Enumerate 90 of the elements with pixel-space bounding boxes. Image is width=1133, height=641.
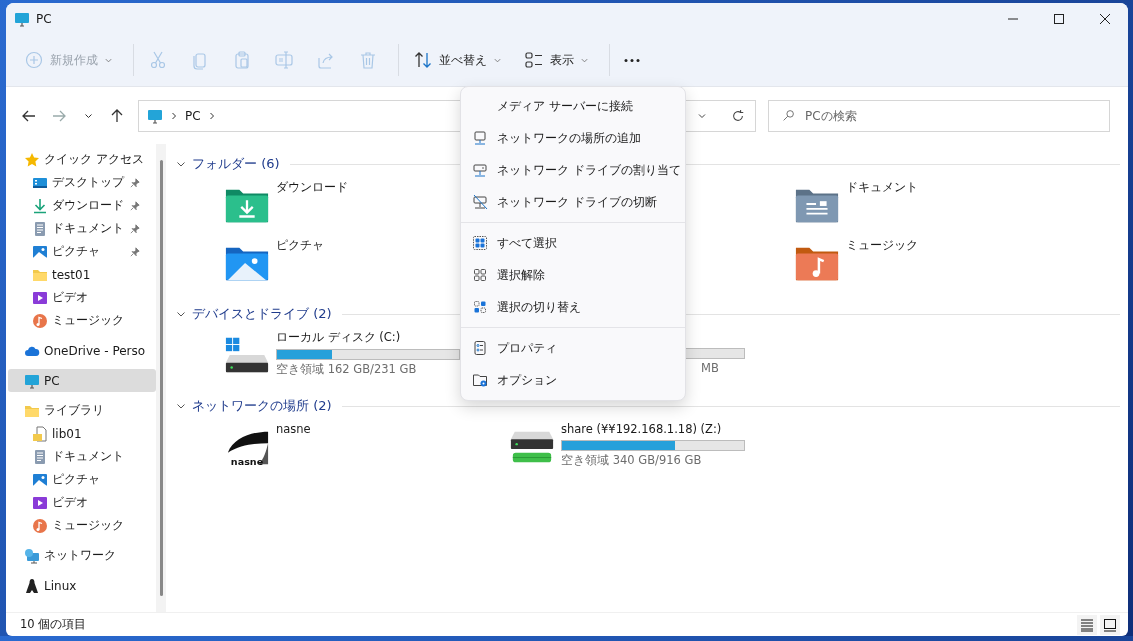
more-icon [624,58,640,62]
chevron-down-icon[interactable] [176,309,186,319]
sidebar-item[interactable]: ライブラリ [8,399,156,422]
sidebar-item[interactable]: ミュージック [8,309,156,332]
disconnected-drive-icon [472,194,488,210]
chevron-down-icon[interactable] [176,401,186,411]
monitor-icon [14,10,30,27]
sidebar-item[interactable]: lib01 [8,422,156,445]
sidebar-item[interactable]: ビデオ [8,286,156,309]
system-drive-icon [224,335,270,375]
search-field[interactable]: PCの検索 [768,99,1110,132]
section-heading[interactable]: デバイスとドライブ (2) [192,305,332,323]
star-icon [24,151,40,168]
menu-item[interactable]: プロパティ [463,332,683,364]
free-space-text: 空き領域 162 GB/231 GB [276,362,418,377]
network-location-tile[interactable]: nasne nasne [224,422,509,467]
scissors-icon [148,50,168,70]
maximize-icon [1054,13,1064,24]
chevron-down-icon[interactable] [176,159,186,169]
preview-pane-icon [1103,617,1117,632]
sidebar-item[interactable]: ダウンロード [8,194,156,217]
music-icon [32,312,48,329]
menu-item[interactable]: オプション [463,364,683,396]
network-drive-icon [472,162,488,178]
menu-item[interactable]: ネットワーク ドライブの切断 [463,186,683,218]
sort-arrows-icon [413,50,433,70]
chevron-right-icon [169,110,179,121]
tiles-view-button[interactable] [1100,614,1120,635]
sidebar-item[interactable]: PC [8,369,156,392]
penguin-icon [24,577,40,594]
music-icon [32,517,48,534]
monitor-icon [24,372,40,389]
refresh-icon[interactable] [731,108,745,123]
folder-tile[interactable]: ドキュメント [794,180,1079,225]
sidebar-item[interactable]: クイック アクセス [8,148,156,171]
menu-item[interactable]: すべて選択 [463,227,683,259]
download-arrow-icon [32,197,48,214]
network-icon [24,547,40,564]
item-count: 10 個の項目 [20,617,87,632]
network-computer-icon [472,130,488,146]
close-icon [1100,13,1110,24]
sidebar-item[interactable]: デスクトップ [8,171,156,194]
view-button[interactable]: 表示 [516,42,597,78]
four-squares-icon [472,267,488,283]
picture-icon [32,243,48,260]
library-file-icon [32,425,48,442]
sidebar-item[interactable]: ピクチャ [8,468,156,491]
menu-item[interactable]: 選択の切り替え [463,291,683,323]
caret-icon [84,113,92,118]
scrollbar-thumb[interactable] [159,160,163,596]
free-space-text: MB [700,361,720,375]
menu-item[interactable]: 選択解除 [463,259,683,291]
section-heading[interactable]: フォルダー (6) [192,155,280,173]
picture-icon [32,471,48,488]
sidebar-item[interactable]: ネットワーク [8,544,156,567]
menu-item[interactable]: ネットワーク ドライブの割り当て [463,154,683,186]
properties-list-icon [472,340,488,356]
sidebar-item[interactable]: test01 [8,263,156,286]
monitor-icon [147,107,163,124]
sidebar-item[interactable]: Linux [8,574,156,597]
video-icon [32,289,48,306]
clipboard-icon [232,50,252,70]
section-heading[interactable]: ネットワークの場所 (2) [192,397,332,415]
details-view-button[interactable] [1077,614,1097,635]
view-layout-icon [524,50,544,70]
list-icon [1080,617,1094,632]
folder-tile[interactable]: ミュージック [794,238,1079,283]
document-icon [32,448,48,465]
minimize-icon [1008,17,1018,20]
breadcrumb[interactable]: PC [185,108,201,123]
plus-circle-icon [24,50,44,70]
invert-selection-icon [472,299,488,315]
network-location-tile[interactable]: share (¥¥192.168.1.18) (Z:) 空き領域 340 GB/916 GB [509,422,794,468]
up-arrow-icon [109,107,125,124]
sidebar-item[interactable]: ピクチャ [8,240,156,263]
free-space-text: 空き領域 340 GB/916 GB [561,453,703,468]
document-icon [32,220,48,237]
sidebar-item[interactable]: ミュージック [8,514,156,537]
rename-icon [274,50,294,70]
select-all-icon [472,235,488,251]
sort-button[interactable]: 並べ替え [405,42,510,78]
video-icon [32,494,48,511]
sidebar-item[interactable]: OneDrive - Perso [8,339,156,362]
window-title: PC [36,11,52,26]
sidebar-item[interactable]: ドキュメント [8,217,156,240]
search-icon [782,108,795,122]
folder-gear-icon [472,372,488,388]
sidebar-item[interactable]: ドキュメント [8,445,156,468]
trash-icon [358,50,378,70]
sidebar-item[interactable]: ビデオ [8,491,156,514]
